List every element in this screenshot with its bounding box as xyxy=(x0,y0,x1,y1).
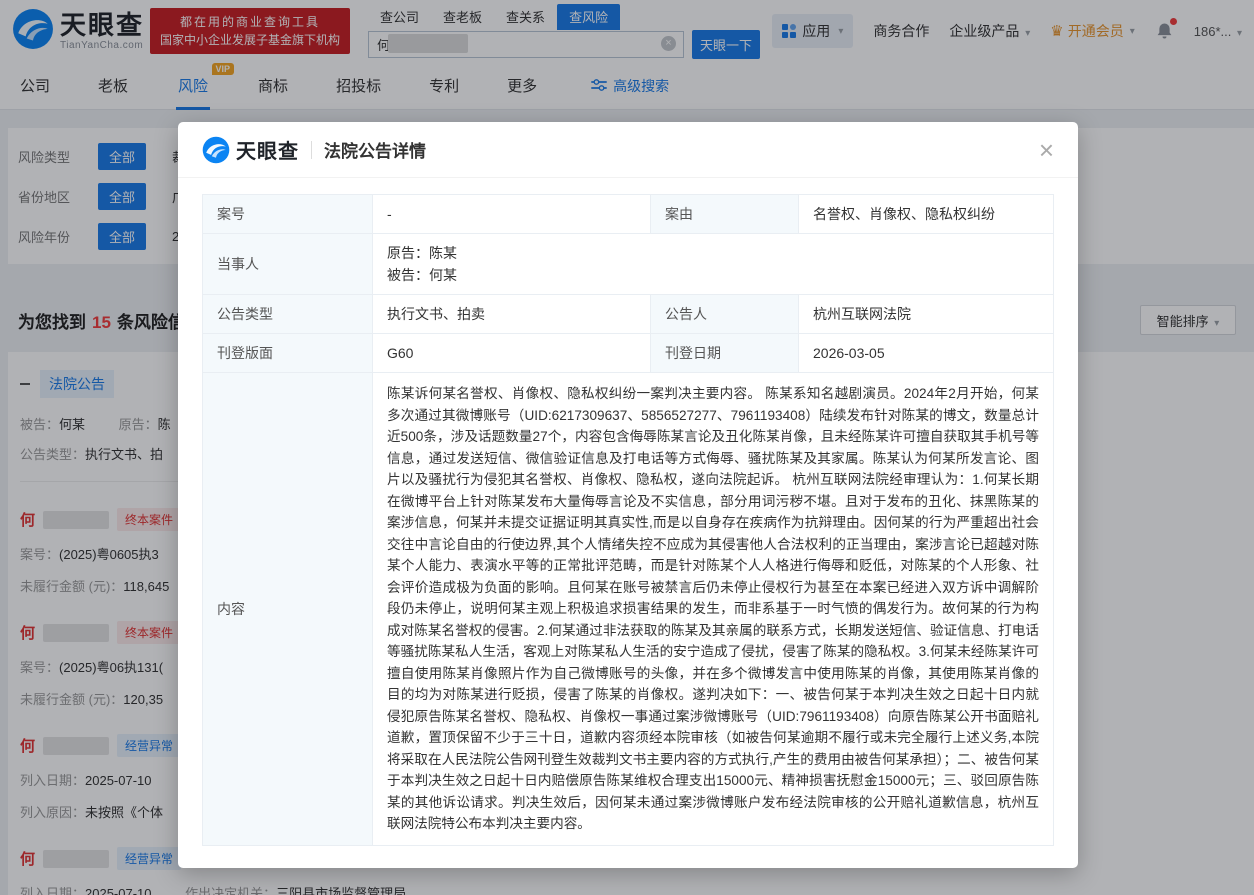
announcement-detail-table: 案号 - 案由 名誉权、肖像权、隐私权纠纷 当事人 原告：陈某 被告：何某 公告… xyxy=(202,194,1054,846)
modal-title: 法院公告详情 xyxy=(324,137,426,162)
parties-value: 原告：陈某 被告：何某 xyxy=(373,234,1054,295)
case-no-value: - xyxy=(373,195,651,234)
announcement-type-value: 执行文书、拍卖 xyxy=(373,295,651,334)
publish-page-label: 刊登版面 xyxy=(203,334,373,373)
divider xyxy=(311,141,312,159)
announcer-label: 公告人 xyxy=(651,295,799,334)
page: 天眼查 TianYanCha.com 都在用的商业查询工具 国家中小企业发展子基… xyxy=(0,0,1254,895)
cause-label: 案由 xyxy=(651,195,799,234)
content-value: 陈某诉何某名誉权、肖像权、隐私权纠纷一案判决主要内容。 陈某系知名越剧演员。20… xyxy=(373,373,1054,846)
close-icon[interactable]: × xyxy=(1039,137,1054,163)
plaintiff-line: 原告：陈某 xyxy=(387,242,1039,264)
table-row: 内容 陈某诉何某名誉权、肖像权、隐私权纠纷一案判决主要内容。 陈某系知名越剧演员… xyxy=(203,373,1054,846)
modal-brand: 天眼查 xyxy=(236,135,299,164)
table-row: 刊登版面 G60 刊登日期 2026-03-05 xyxy=(203,334,1054,373)
cause-value: 名誉权、肖像权、隐私权纠纷 xyxy=(799,195,1054,234)
table-row: 案号 - 案由 名誉权、肖像权、隐私权纠纷 xyxy=(203,195,1054,234)
parties-label: 当事人 xyxy=(203,234,373,295)
content-label: 内容 xyxy=(203,373,373,846)
court-announcement-modal: 天眼查 法院公告详情 × 案号 - 案由 名誉权、肖像权、隐私权纠纷 当事人 原… xyxy=(178,122,1078,868)
announcement-type-label: 公告类型 xyxy=(203,295,373,334)
table-row: 当事人 原告：陈某 被告：何某 xyxy=(203,234,1054,295)
publish-date-label: 刊登日期 xyxy=(651,334,799,373)
table-row: 公告类型 执行文书、拍卖 公告人 杭州互联网法院 xyxy=(203,295,1054,334)
publish-page-value: G60 xyxy=(373,334,651,373)
tianyancha-logo-icon xyxy=(202,136,230,164)
modal-body: 案号 - 案由 名誉权、肖像权、隐私权纠纷 当事人 原告：陈某 被告：何某 公告… xyxy=(178,178,1078,862)
case-no-label: 案号 xyxy=(203,195,373,234)
publish-date-value: 2026-03-05 xyxy=(799,334,1054,373)
announcer-value: 杭州互联网法院 xyxy=(799,295,1054,334)
modal-header: 天眼查 法院公告详情 × xyxy=(178,122,1078,178)
defendant-line: 被告：何某 xyxy=(387,264,1039,286)
